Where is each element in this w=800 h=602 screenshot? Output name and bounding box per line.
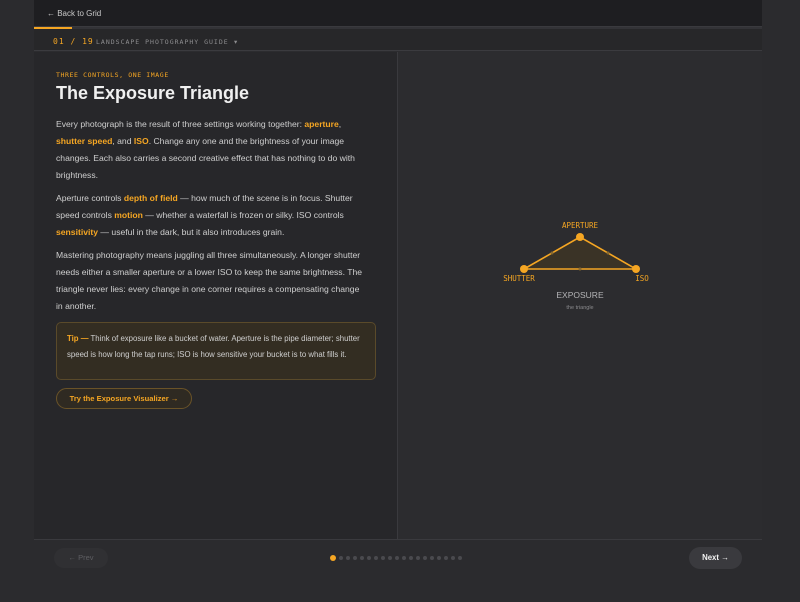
slide-dot-9[interactable] [388,556,392,560]
keyword-sensitivity: sensitivity [56,227,99,237]
prev-button[interactable]: ← Prev [54,548,108,568]
slide-dot-19[interactable] [458,556,462,560]
slide-counter: 01 / 19 [53,37,94,46]
page-title: The Exposure Triangle [56,83,250,103]
aperture-node[interactable] [576,233,584,241]
slide-dot-8[interactable] [381,556,385,560]
slide-dot-13[interactable] [416,556,420,560]
slide-dot-5[interactable] [360,556,364,560]
paragraph-mastering: Mastering photography means juggling all… [56,250,363,311]
slide-dot-3[interactable] [346,556,350,560]
text-run: Every photograph is the result of three … [56,119,305,129]
slide-dot-14[interactable] [423,556,427,560]
edge-marker [578,267,582,271]
slide-dot-7[interactable] [374,556,378,560]
paragraph-intro: Every photograph is the result of three … [56,116,366,184]
paragraph-effects: Aperture controls depth of field — how m… [56,190,366,241]
slide-dot-10[interactable] [395,556,399,560]
edge-marker [550,251,554,255]
back-to-grid-link[interactable]: ← Back to Grid [47,9,101,18]
keyword-motion: motion [114,210,143,220]
bottom-nav-bar [34,539,762,602]
aperture-label: APERTURE [562,221,599,230]
exposure-triangle-diagram: APERTURE SHUTTER ISO EXPOSURE the triang… [503,221,649,311]
keyword-shutter-speed: shutter speed [56,136,113,146]
text-run: , [338,119,342,129]
top-bar: ← Back to Grid [34,0,762,27]
tip-text: Think of exposure like a bucket of water… [67,334,360,359]
tip-box: Tip — Think of exposure like a bucket of… [56,322,376,380]
shutter-node[interactable] [520,265,528,273]
slide-dot-6[interactable] [367,556,371,560]
slide-dot-18[interactable] [451,556,455,560]
slide-dot-11[interactable] [402,556,406,560]
slide-dot-4[interactable] [353,556,357,560]
slide-dot-12[interactable] [409,556,413,560]
keyword-aperture: aperture [304,119,339,129]
edge-marker [606,251,610,255]
guide-bar: 01 / 19 LANDSCAPE PHOTOGRAPHY GUIDE ▾ [34,29,762,51]
text-run: — useful in the dark, but it also introd… [98,227,285,237]
exposure-visualizer-button[interactable]: Try the Exposure Visualizer → [56,388,192,409]
keyword-iso: ISO [133,136,149,146]
next-button[interactable]: Next → [689,547,742,569]
keyword-depth-of-field: depth of field [123,193,178,203]
slide-dot-16[interactable] [437,556,441,560]
text-run: — whether a waterfall is frozen or silky… [142,210,344,220]
slide-dots [330,555,462,561]
slide-dot-2[interactable] [339,556,343,560]
iso-label: ISO [635,274,649,283]
slide-dot-17[interactable] [444,556,448,560]
text-run: Aperture controls [56,193,124,203]
slide-dot-1[interactable] [330,555,336,561]
tip-label: Tip — [67,334,89,343]
text-run: , and [112,136,134,146]
guide-title[interactable]: LANDSCAPE PHOTOGRAPHY GUIDE [96,38,229,46]
diagram-caption: the triangle [566,305,593,311]
chevron-down-icon[interactable]: ▾ [234,38,237,46]
exposure-label: EXPOSURE [556,290,604,300]
iso-node[interactable] [632,265,640,273]
slide-dot-15[interactable] [430,556,434,560]
shutter-label: SHUTTER [503,274,535,283]
lesson-kicker: THREE CONTROLS, ONE IMAGE [56,71,169,79]
triangle-shape [520,236,640,270]
